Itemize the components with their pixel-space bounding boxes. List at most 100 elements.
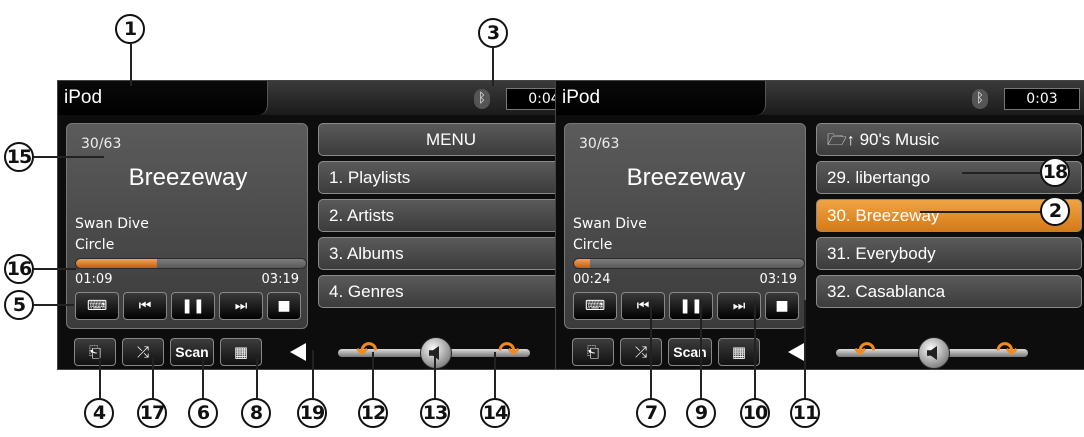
menu-header[interactable]: MENU bbox=[318, 123, 584, 156]
shuffle-icon: ⤮ bbox=[634, 343, 647, 361]
artist-name: Swan Dive bbox=[573, 216, 647, 232]
stop-icon: ■ bbox=[775, 298, 789, 314]
callout-19: 19 bbox=[297, 398, 327, 428]
callout-line bbox=[130, 44, 132, 86]
callout-10: 10 bbox=[740, 398, 770, 428]
back-button[interactable]: ⎗ bbox=[74, 338, 116, 366]
progress-fill bbox=[574, 259, 591, 268]
track-count: 30/63 bbox=[81, 136, 122, 152]
video-icon: ▦ bbox=[233, 343, 249, 361]
callout-line bbox=[492, 48, 494, 86]
volume-knob[interactable] bbox=[918, 337, 950, 369]
volume-up-icon[interactable]: ↷ bbox=[996, 338, 1018, 366]
pause-button[interactable]: ❚❚ bbox=[171, 292, 215, 320]
previous-icon: ⏮ bbox=[636, 298, 650, 314]
callout-line bbox=[34, 268, 76, 270]
volume-down-icon[interactable]: ↶ bbox=[854, 338, 876, 366]
keyboard-button[interactable]: ⌨ bbox=[573, 292, 617, 320]
callout-line bbox=[494, 352, 496, 398]
callout-line bbox=[650, 300, 652, 398]
elapsed-time: 00:24 bbox=[573, 272, 611, 287]
stop-button[interactable]: ■ bbox=[267, 292, 301, 320]
callout-6: 6 bbox=[188, 398, 218, 428]
callout-8: 8 bbox=[241, 398, 271, 428]
callout-line bbox=[99, 358, 101, 398]
ipod-screen-right: iPod ᛒ 0:03 30/63 Breezeway Swan Dive Ci… bbox=[555, 80, 1084, 370]
now-playing-panel: 30/63 Breezeway Swan Dive Circle 00:24 0… bbox=[564, 123, 806, 329]
volume-down-icon[interactable]: ↶ bbox=[356, 338, 378, 366]
source-title: iPod bbox=[58, 81, 268, 115]
callout-line bbox=[962, 172, 1040, 174]
track-item[interactable]: 31. Everybody bbox=[816, 237, 1082, 270]
scan-button[interactable]: Scan bbox=[668, 338, 712, 366]
shuffle-button[interactable]: ⤮ bbox=[620, 338, 662, 366]
keyboard-button[interactable]: ⌨ bbox=[75, 292, 119, 320]
total-time: 03:19 bbox=[759, 272, 797, 287]
folder-name: 90's Music bbox=[859, 130, 940, 149]
video-icon: ▦ bbox=[731, 343, 747, 361]
callout-9: 9 bbox=[686, 398, 716, 428]
volume-up-icon[interactable]: ↷ bbox=[498, 338, 520, 366]
shuffle-button[interactable]: ⤮ bbox=[122, 338, 164, 366]
progress-bar[interactable] bbox=[75, 258, 307, 269]
folder-up-header[interactable]: 🗁↑ 90's Music bbox=[816, 123, 1082, 156]
menu-item[interactable]: 4. Genres bbox=[318, 275, 584, 308]
stop-icon: ■ bbox=[277, 298, 291, 314]
progress-fill bbox=[76, 259, 157, 268]
callout-18: 18 bbox=[1040, 157, 1070, 187]
pause-button[interactable]: ❚❚ bbox=[669, 292, 713, 320]
callout-2: 2 bbox=[1040, 196, 1070, 226]
bottom-bar: ⎗ ⤮ Scan ▦ ↶ ↷ bbox=[556, 333, 1084, 369]
scan-button[interactable]: Scan bbox=[170, 338, 214, 366]
previous-button[interactable]: ⏮ bbox=[123, 292, 167, 320]
callout-line bbox=[434, 352, 436, 398]
callout-1: 1 bbox=[115, 14, 145, 44]
volume-control[interactable]: ↶ ↷ bbox=[832, 337, 1032, 369]
menu-item[interactable]: 1. Playlists bbox=[318, 161, 584, 194]
callout-line bbox=[152, 358, 154, 398]
album-name: Circle bbox=[75, 237, 115, 253]
collapse-arrow-icon[interactable] bbox=[290, 343, 306, 361]
back-button[interactable]: ⎗ bbox=[572, 338, 614, 366]
menu-item[interactable]: 2. Artists bbox=[318, 199, 584, 232]
bluetooth-icon: ᛒ bbox=[972, 89, 988, 109]
menu-item[interactable]: 3. Albums bbox=[318, 237, 584, 270]
callout-7: 7 bbox=[636, 398, 666, 428]
track-item[interactable]: 32. Casablanca bbox=[816, 275, 1082, 308]
next-button[interactable]: ⏭ bbox=[219, 292, 263, 320]
next-icon: ⏭ bbox=[732, 298, 746, 314]
callout-16: 16 bbox=[4, 254, 34, 284]
callout-line bbox=[34, 156, 104, 158]
bluetooth-icon: ᛒ bbox=[474, 89, 490, 109]
elapsed-time: 01:09 bbox=[75, 272, 113, 287]
clock: 0:03 bbox=[1004, 88, 1080, 110]
callout-line bbox=[804, 300, 806, 398]
song-title: Breezeway bbox=[626, 164, 746, 191]
collapse-arrow-icon[interactable] bbox=[788, 343, 804, 361]
artist-name: Swan Dive bbox=[75, 216, 149, 232]
back-icon: ⎗ bbox=[586, 343, 599, 361]
previous-button[interactable]: ⏮ bbox=[621, 292, 665, 320]
speaker-icon bbox=[927, 346, 937, 360]
stop-button[interactable]: ■ bbox=[765, 292, 799, 320]
top-bar: iPod ᛒ 0:04 bbox=[58, 81, 590, 115]
progress-bar[interactable] bbox=[573, 258, 805, 269]
callout-15: 15 bbox=[4, 142, 34, 172]
ipod-screen-left: iPod ᛒ 0:04 30/63 Breezeway Swan Dive Ci… bbox=[57, 80, 591, 370]
bottom-bar: ⎗ ⤮ Scan ▦ ↶ ↷ bbox=[58, 333, 590, 369]
callout-line bbox=[372, 352, 374, 398]
callout-4: 4 bbox=[84, 398, 114, 428]
volume-knob[interactable] bbox=[420, 337, 452, 369]
callout-3: 3 bbox=[478, 18, 508, 48]
callout-12: 12 bbox=[358, 398, 388, 428]
callout-line bbox=[34, 304, 74, 306]
pause-icon: ❚❚ bbox=[181, 298, 205, 314]
folder-up-icon: 🗁↑ bbox=[827, 132, 855, 149]
keyboard-icon: ⌨ bbox=[86, 298, 108, 314]
top-bar: iPod ᛒ 0:03 bbox=[556, 81, 1084, 115]
next-icon: ⏭ bbox=[234, 298, 248, 314]
callout-line bbox=[312, 350, 314, 398]
source-title: iPod bbox=[556, 81, 766, 115]
now-playing-panel: 30/63 Breezeway Swan Dive Circle 01:09 0… bbox=[66, 123, 308, 329]
total-time: 03:19 bbox=[261, 272, 299, 287]
